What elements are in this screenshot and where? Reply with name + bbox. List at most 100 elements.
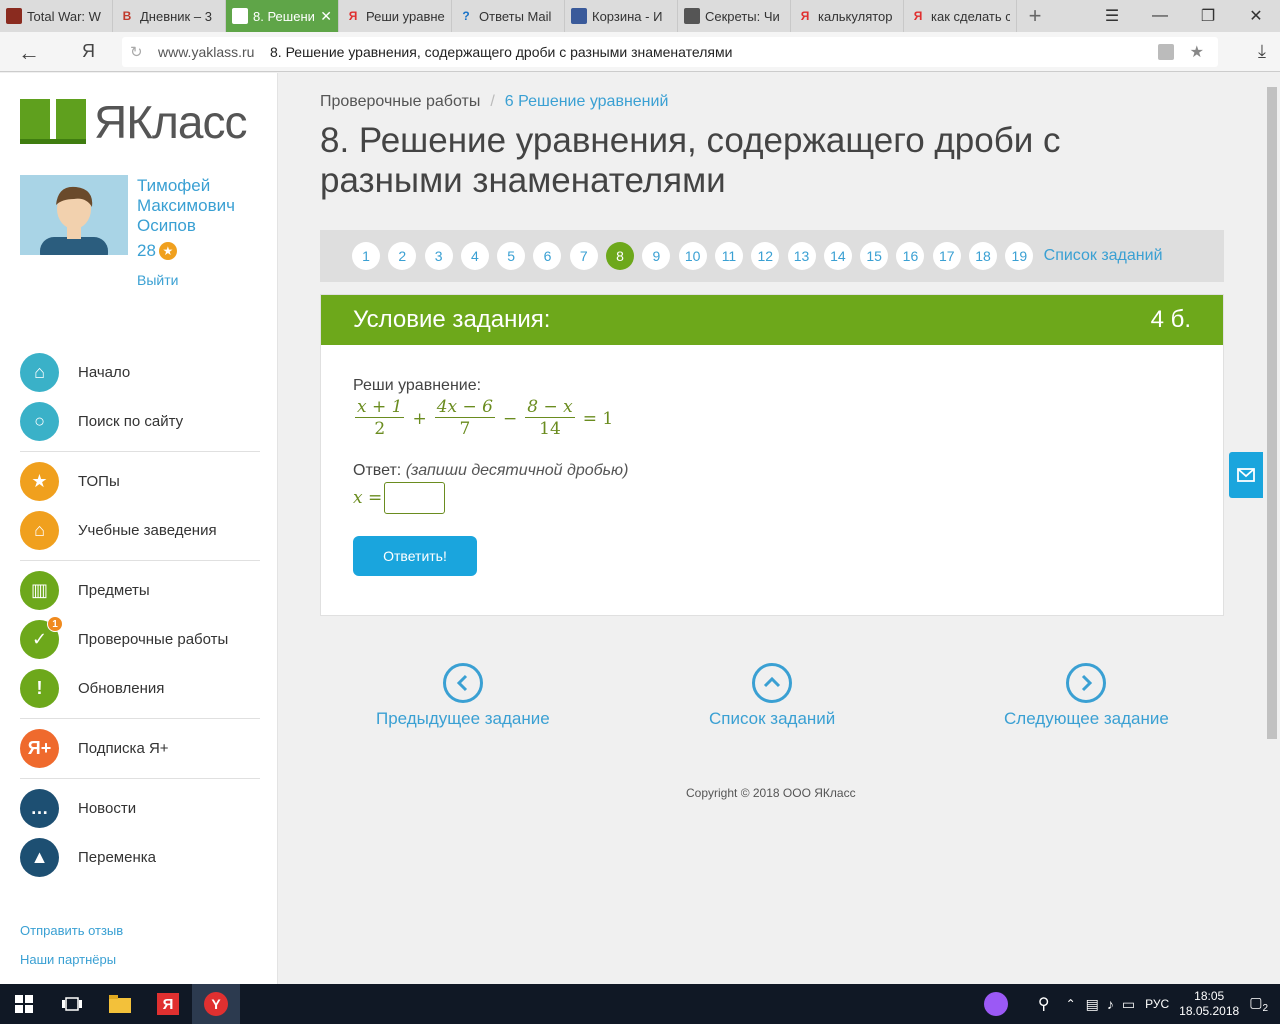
browser-tab[interactable]: Якалькулятор <box>791 0 904 32</box>
language-indicator[interactable]: РУС <box>1145 997 1169 1011</box>
sidebar-item[interactable]: … Новости <box>20 784 260 833</box>
sidebar-item-label: Новости <box>78 800 137 817</box>
sidebar-menu: ⌂ Начало ○ Поиск по сайту ★ ТОПы ⌂ Учебные заве… <box>20 348 260 882</box>
task-list-label: Список заданий <box>709 709 836 728</box>
sidebar-item-label: Предметы <box>78 582 150 599</box>
page-number-button[interactable]: 18 <box>969 242 998 270</box>
page-number-button[interactable]: 1 <box>352 242 380 270</box>
page-number-button[interactable]: 17 <box>932 242 961 270</box>
notifications-icon[interactable]: ▢2 <box>1249 994 1268 1014</box>
user-points[interactable]: 28 ★ <box>137 241 177 261</box>
page-number-button[interactable]: 6 <box>533 242 562 270</box>
scrollbar-thumb[interactable] <box>1267 87 1277 739</box>
search-icon: ○ <box>20 402 59 441</box>
sidebar-item-label: Поиск по сайту <box>78 413 184 430</box>
page-number-button[interactable]: 9 <box>642 242 671 270</box>
restore-icon[interactable]: ❐ <box>1184 0 1232 32</box>
browser-tab[interactable]: 8. Решени ✕ <box>226 0 339 32</box>
yandex-browser-icon[interactable]: Y <box>192 984 240 1024</box>
user-name[interactable]: Тимофей Максимович Осипов <box>137 176 267 236</box>
breadcrumb-root[interactable]: Проверочные работы <box>320 93 480 110</box>
page-number-button[interactable]: 2 <box>388 242 417 270</box>
tabs-menu-icon[interactable]: ☰ <box>1088 0 1136 32</box>
close-tab-icon[interactable]: ✕ <box>320 8 332 25</box>
file-explorer-icon[interactable] <box>96 984 144 1024</box>
tray-arrow-icon[interactable]: ⌃ <box>1066 997 1076 1011</box>
keyboard-icon[interactable]: ▭ <box>1122 996 1135 1013</box>
prev-task-link[interactable]: Предыдущее задание <box>376 663 550 729</box>
page-number-button[interactable]: 12 <box>751 242 780 270</box>
page-number-button[interactable]: 15 <box>860 242 889 270</box>
tab-title: Total War: W <box>27 8 101 24</box>
browser-tab[interactable]: Секреты: Чи <box>678 0 791 32</box>
page-number-button[interactable]: 19 <box>1005 242 1034 270</box>
answer-input[interactable] <box>384 482 446 514</box>
url-field[interactable]: ↻ www.yaklass.ru 8. Решение уравнения, с… <box>122 37 1218 67</box>
partners-link[interactable]: Наши партнёры <box>20 952 116 967</box>
sidebar-item[interactable]: ! Обновления <box>20 664 260 713</box>
page-number-button[interactable]: 14 <box>823 242 852 270</box>
reload-icon[interactable]: ↻ <box>130 43 143 61</box>
page-number-button[interactable]: 7 <box>569 242 598 270</box>
sidebar-item[interactable]: Я+ Подписка Я+ <box>20 724 260 773</box>
yandex-app-icon[interactable]: Я <box>144 984 192 1024</box>
new-tab-button[interactable]: + <box>1017 0 1053 32</box>
task-list-link[interactable]: Список заданий <box>709 663 835 729</box>
protect-icon[interactable] <box>1158 44 1174 60</box>
bookmark-star-icon[interactable]: ★ <box>1190 42 1204 62</box>
browser-tab[interactable]: Я Реши уравне <box>339 0 452 32</box>
breadcrumb: Проверочные работы / 6 Решение уравнений <box>320 93 668 111</box>
chevron-up-icon <box>752 663 793 703</box>
page-number-button[interactable]: 8 <box>606 242 635 270</box>
people-icon[interactable]: ⚲ <box>1038 994 1050 1014</box>
page-scrollbar[interactable] <box>1264 73 1280 984</box>
task-view-icon[interactable] <box>48 984 96 1024</box>
numerator: x + 1 <box>355 397 405 418</box>
next-task-link[interactable]: Следующее задание <box>1004 663 1169 729</box>
star-icon: ★ <box>158 242 177 260</box>
menu-divider <box>20 718 260 719</box>
page-number-button[interactable]: 13 <box>787 242 816 270</box>
logout-link[interactable]: Выйти <box>137 272 178 288</box>
task-list-link[interactable]: Список заданий <box>1044 247 1163 265</box>
download-icon[interactable]: ⤓ <box>1258 41 1266 62</box>
yandex-icon[interactable]: Я <box>82 41 95 62</box>
browser-tab[interactable]: Total War: W <box>0 0 113 32</box>
browser-tab[interactable]: ? Ответы Mail <box>452 0 565 32</box>
page-number-button[interactable]: 11 <box>714 242 743 270</box>
minimize-icon[interactable]: — <box>1136 0 1184 32</box>
page-number-button[interactable]: 16 <box>896 242 925 270</box>
page-number-button[interactable]: 10 <box>678 242 707 270</box>
windows-start-icon[interactable] <box>0 984 48 1024</box>
browser-tab[interactable]: B Дневник – 3 <box>113 0 226 32</box>
feedback-link[interactable]: Отправить отзыв <box>20 923 123 938</box>
submit-button[interactable]: Ответить! <box>353 536 477 576</box>
mail-feedback-button[interactable] <box>1229 452 1263 498</box>
sidebar-item[interactable]: ⌂ Начало <box>20 348 260 397</box>
page-number-button[interactable]: 3 <box>424 242 453 270</box>
sidebar-item[interactable]: ⌂ Учебные заведения <box>20 506 260 555</box>
back-arrow-icon[interactable]: ← <box>18 40 40 66</box>
browser-tab[interactable]: Корзина - И <box>565 0 678 32</box>
main-content: Проверочные работы / 6 Решение уравнений 8… <box>279 73 1264 984</box>
clock[interactable]: 18:05 18.05.2018 <box>1179 989 1239 1019</box>
page-number-button[interactable]: 4 <box>460 242 489 270</box>
site-logo[interactable]: ЯКласс <box>20 95 247 149</box>
volume-icon[interactable]: ♪ <box>1107 996 1114 1012</box>
close-window-icon[interactable]: ✕ <box>1232 0 1280 32</box>
avatar[interactable] <box>20 175 128 255</box>
fraction-3: 8 − x 14 <box>525 397 575 440</box>
alice-icon[interactable] <box>983 992 1008 1016</box>
sidebar-item[interactable]: ▥ Предметы <box>20 566 260 615</box>
breadcrumb-current[interactable]: 6 Решение уравнений <box>505 93 669 110</box>
sidebar-item[interactable]: ★ ТОПы <box>20 457 260 506</box>
yaplus-icon: Я+ <box>20 729 59 768</box>
sidebar-item[interactable]: ○ Поиск по сайту <box>20 397 260 446</box>
sidebar-item[interactable]: ▲ Переменка <box>20 833 260 882</box>
network-icon[interactable]: ▤ <box>1086 996 1099 1013</box>
page-number-button[interactable]: 5 <box>497 242 526 270</box>
browser-tab[interactable]: Якак сделать с <box>904 0 1017 32</box>
tab-favicon-icon <box>6 8 22 24</box>
sidebar-item[interactable]: ✓ 1 Проверочные работы <box>20 615 260 664</box>
sidebar-item-label: Начало <box>78 364 131 381</box>
